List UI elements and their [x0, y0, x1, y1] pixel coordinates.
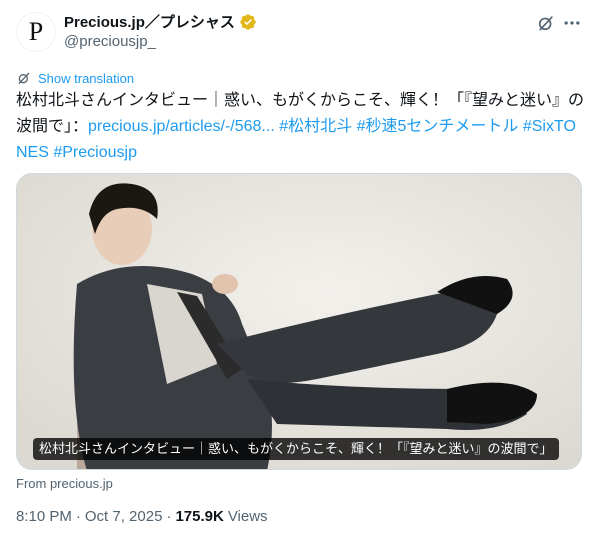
hashtag-link[interactable]: #松村北斗: [279, 118, 352, 135]
article-photo: [17, 174, 581, 469]
verified-badge-icon: [240, 13, 256, 30]
tweet-meta: 8:10 PM · Oct 7, 2025 · 175.9K Views: [16, 508, 268, 525]
views-count: 175.9K: [175, 508, 224, 525]
author-display-name[interactable]: Precious.jp／プレシャス: [64, 11, 235, 32]
tweet-container: P Precious.jp／プレシャス @preciousjp_ Show tr…: [0, 0, 598, 540]
meta-separator: ·: [75, 508, 81, 525]
link-card-media[interactable]: 松村北斗さんインタビュー｜惑い、もがくからこそ、輝く！「『望みと迷い』の波間で」: [16, 173, 582, 470]
hashtag-link[interactable]: #秒速5センチメートル: [357, 118, 519, 135]
more-icon[interactable]: [562, 13, 582, 33]
hashtag-link[interactable]: #Preciousjp: [53, 144, 137, 161]
meta-separator: ·: [166, 508, 172, 525]
views-label: Views: [227, 508, 268, 525]
author-handle[interactable]: @preciousjp_: [64, 33, 156, 50]
card-caption: 松村北斗さんインタビュー｜惑い、もがくからこそ、輝く！「『望みと迷い』の波間で」: [33, 438, 559, 460]
grok-icon[interactable]: [536, 13, 556, 33]
show-translation-button[interactable]: Show translation: [16, 70, 134, 86]
card-source[interactable]: From precious.jp: [16, 476, 113, 491]
tweet-date[interactable]: Oct 7, 2025: [85, 508, 163, 525]
avatar-logo-letter: P: [28, 17, 44, 46]
show-translation-label: Show translation: [38, 70, 135, 86]
article-link[interactable]: precious.jp/articles/-/568...: [88, 118, 275, 135]
tweet-text: 松村北斗さんインタビュー｜惑い、もがくからこそ、輝く！「『望みと迷い』の波間で」…: [16, 88, 584, 166]
translate-icon: [18, 72, 30, 84]
avatar[interactable]: P: [16, 12, 56, 52]
author-name-row: Precious.jp／プレシャス: [64, 11, 257, 32]
tweet-time[interactable]: 8:10 PM: [16, 508, 72, 525]
